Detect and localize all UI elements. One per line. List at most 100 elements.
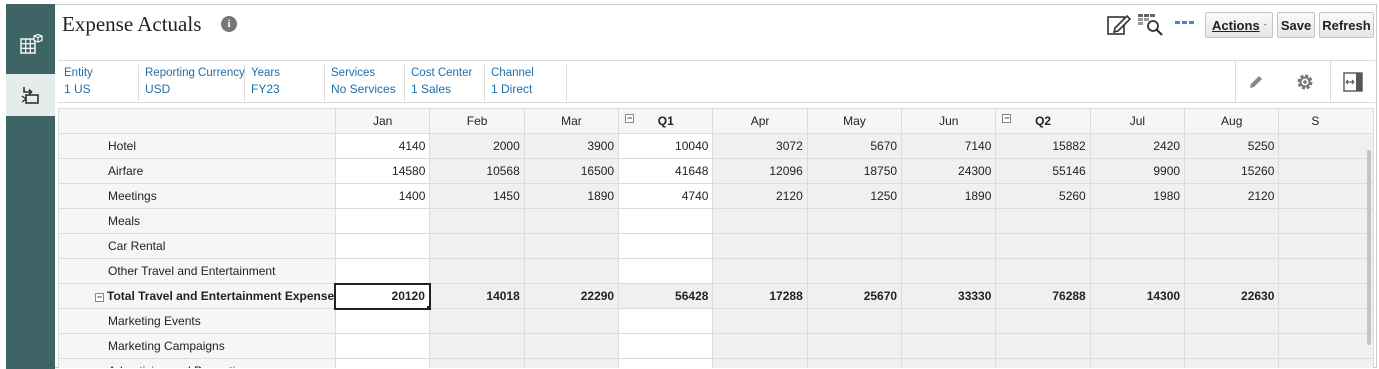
column-header[interactable]: Mar: [523, 108, 620, 134]
data-cell[interactable]: [1278, 133, 1374, 159]
data-cell[interactable]: [334, 308, 431, 334]
column-header-q1[interactable]: − Q1: [618, 108, 714, 134]
data-cell[interactable]: 3072: [712, 133, 808, 159]
data-cell[interactable]: [334, 208, 431, 234]
data-cell[interactable]: 1980: [1089, 183, 1186, 209]
data-cell[interactable]: [334, 358, 431, 368]
pov-channel[interactable]: Channel 1 Direct: [485, 65, 567, 101]
data-cell[interactable]: [1278, 283, 1374, 309]
data-cell[interactable]: [806, 233, 903, 259]
column-header[interactable]: May: [806, 108, 903, 134]
data-cell[interactable]: [429, 258, 525, 284]
data-cell[interactable]: 15882: [995, 133, 1091, 159]
query-icon[interactable]: [1137, 13, 1165, 37]
pov-entity[interactable]: Entity 1 US: [58, 65, 139, 101]
data-cell[interactable]: [901, 208, 997, 234]
data-cell[interactable]: 24300: [901, 158, 997, 184]
data-cell[interactable]: [1089, 333, 1186, 359]
selected-cell[interactable]: 20120: [334, 282, 431, 310]
data-cell[interactable]: [618, 333, 714, 359]
expand-button[interactable]: [1330, 61, 1375, 102]
data-cell[interactable]: 5250: [1184, 133, 1280, 159]
row-header[interactable]: Other Travel and Entertainment: [58, 258, 336, 284]
row-header[interactable]: Marketing Events: [58, 308, 336, 334]
pov-years[interactable]: Years FY23: [245, 65, 325, 101]
data-cell[interactable]: [806, 333, 903, 359]
data-cell[interactable]: [618, 233, 714, 259]
data-cell[interactable]: [806, 208, 903, 234]
data-cell[interactable]: [1184, 333, 1280, 359]
data-cell[interactable]: [995, 208, 1091, 234]
data-cell[interactable]: [523, 333, 620, 359]
data-cell[interactable]: 2120: [712, 183, 808, 209]
data-cell[interactable]: [1278, 208, 1374, 234]
more-icon[interactable]: [1174, 18, 1196, 28]
data-cell[interactable]: [995, 333, 1091, 359]
pov-reporting-currency[interactable]: Reporting Currency USD: [139, 65, 245, 101]
collapse-minus-icon[interactable]: −: [95, 293, 104, 302]
data-cell[interactable]: [429, 308, 525, 334]
data-cell[interactable]: [334, 233, 431, 259]
row-header[interactable]: Car Rental: [58, 233, 336, 259]
data-cell[interactable]: 9900: [1089, 158, 1186, 184]
data-cell[interactable]: 5670: [806, 133, 903, 159]
data-cell[interactable]: [995, 258, 1091, 284]
data-cell[interactable]: 15260: [1184, 158, 1280, 184]
data-cell[interactable]: 2000: [429, 133, 525, 159]
data-cell[interactable]: [523, 308, 620, 334]
row-header[interactable]: Meetings: [58, 183, 336, 209]
data-cell[interactable]: 14018: [429, 283, 525, 309]
data-cell[interactable]: [618, 258, 714, 284]
data-cell[interactable]: 2120: [1184, 183, 1280, 209]
data-cell[interactable]: [618, 358, 714, 368]
data-cell[interactable]: 14300: [1089, 283, 1186, 309]
data-cell[interactable]: [429, 233, 525, 259]
data-cell[interactable]: [806, 308, 903, 334]
data-cell[interactable]: 33330: [901, 283, 997, 309]
data-cell[interactable]: 4140: [334, 133, 431, 159]
data-cell[interactable]: [1089, 233, 1186, 259]
column-header[interactable]: Jul: [1089, 108, 1186, 134]
data-cell[interactable]: 17288: [712, 283, 808, 309]
column-header[interactable]: Jun: [901, 108, 997, 134]
data-cell[interactable]: 10040: [618, 133, 714, 159]
data-cell[interactable]: [1184, 308, 1280, 334]
refresh-button[interactable]: Refresh: [1319, 12, 1374, 38]
row-header[interactable]: Airfare: [58, 158, 336, 184]
collapse-minus-icon[interactable]: −: [1002, 114, 1012, 123]
data-cell[interactable]: [1278, 358, 1374, 368]
data-cell[interactable]: [334, 333, 431, 359]
grid-cube-button[interactable]: [6, 24, 55, 66]
row-header[interactable]: Hotel: [58, 133, 336, 159]
data-cell[interactable]: 18750: [806, 158, 903, 184]
data-cell[interactable]: [806, 358, 903, 368]
data-cell[interactable]: [1089, 308, 1186, 334]
navigator-button[interactable]: [6, 74, 55, 116]
column-header[interactable]: S: [1278, 108, 1374, 134]
data-cell[interactable]: 10568: [429, 158, 525, 184]
data-cell[interactable]: [1089, 358, 1186, 368]
data-cell[interactable]: [995, 358, 1091, 368]
data-cell[interactable]: 4740: [618, 183, 714, 209]
data-cell[interactable]: [429, 358, 525, 368]
data-cell[interactable]: 22630: [1184, 283, 1280, 309]
data-cell[interactable]: [1184, 358, 1280, 368]
data-cell[interactable]: 41648: [618, 158, 714, 184]
data-cell[interactable]: [429, 208, 525, 234]
data-cell[interactable]: [1278, 258, 1374, 284]
data-cell[interactable]: [901, 358, 997, 368]
data-cell[interactable]: [1089, 258, 1186, 284]
data-cell[interactable]: [712, 333, 808, 359]
column-header[interactable]: Aug: [1184, 108, 1280, 134]
data-cell[interactable]: 56428: [618, 283, 714, 309]
data-cell[interactable]: 14580: [334, 158, 431, 184]
data-cell[interactable]: 25670: [806, 283, 903, 309]
data-cell[interactable]: [1184, 208, 1280, 234]
data-cell[interactable]: [1278, 233, 1374, 259]
info-icon[interactable]: i: [221, 16, 237, 32]
data-cell[interactable]: [1278, 308, 1374, 334]
data-cell[interactable]: 76288: [995, 283, 1091, 309]
data-cell[interactable]: [712, 358, 808, 368]
data-cell[interactable]: 1400: [334, 183, 431, 209]
pov-cost-center[interactable]: Cost Center 1 Sales: [405, 65, 485, 101]
